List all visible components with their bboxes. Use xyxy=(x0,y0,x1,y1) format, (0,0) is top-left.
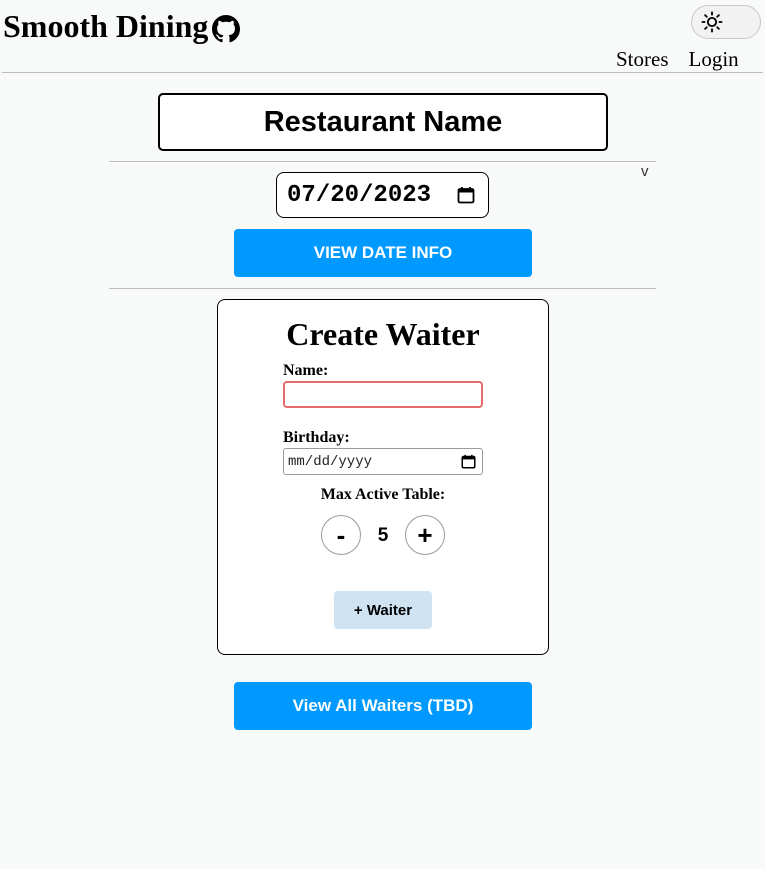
section-divider-bottom xyxy=(109,288,656,289)
date-value: 07/20/2023 xyxy=(287,181,432,209)
name-label: Name: xyxy=(283,362,329,379)
calendar-icon[interactable] xyxy=(457,186,475,204)
collapse-chevron-icon[interactable]: v xyxy=(641,163,649,180)
increment-button[interactable]: + xyxy=(405,515,445,555)
birthday-input[interactable]: mm/dd/yyyy xyxy=(283,448,483,475)
section-divider-top xyxy=(109,161,656,162)
create-waiter-card: Create Waiter Name: Birthday: mm/dd/yyyy… xyxy=(217,299,549,655)
github-icon[interactable] xyxy=(212,15,241,43)
view-all-waiters-button[interactable]: View All Waiters (TBD) xyxy=(234,682,532,730)
max-active-table-value: 5 xyxy=(377,525,389,546)
page: Smooth Dining Stores Login Restaurant Na… xyxy=(0,0,765,869)
create-waiter-title: Create Waiter xyxy=(286,316,480,352)
nav-login-link[interactable]: Login xyxy=(689,46,739,72)
restaurant-name: Restaurant Name xyxy=(263,105,503,138)
theme-toggle[interactable] xyxy=(691,5,761,39)
birthday-placeholder: mm/dd/yyyy xyxy=(288,453,373,470)
birthday-label: Birthday: xyxy=(283,429,350,446)
date-input[interactable]: 07/20/2023 xyxy=(276,172,489,218)
calendar-icon[interactable] xyxy=(461,454,476,469)
restaurant-name-box: Restaurant Name xyxy=(158,93,608,151)
top-nav: Stores Login xyxy=(616,46,739,72)
decrement-button[interactable]: - xyxy=(321,515,361,555)
brand: Smooth Dining xyxy=(3,4,241,48)
view-date-info-button[interactable]: VIEW DATE INFO xyxy=(234,229,532,277)
name-input[interactable] xyxy=(283,381,483,408)
add-waiter-button[interactable]: + Waiter xyxy=(334,591,432,629)
sun-icon xyxy=(701,11,723,33)
header-divider xyxy=(2,72,763,73)
app-title: Smooth Dining xyxy=(3,8,209,44)
nav-stores-link[interactable]: Stores xyxy=(616,46,669,72)
max-active-table-label: Max Active Table: xyxy=(320,486,446,503)
